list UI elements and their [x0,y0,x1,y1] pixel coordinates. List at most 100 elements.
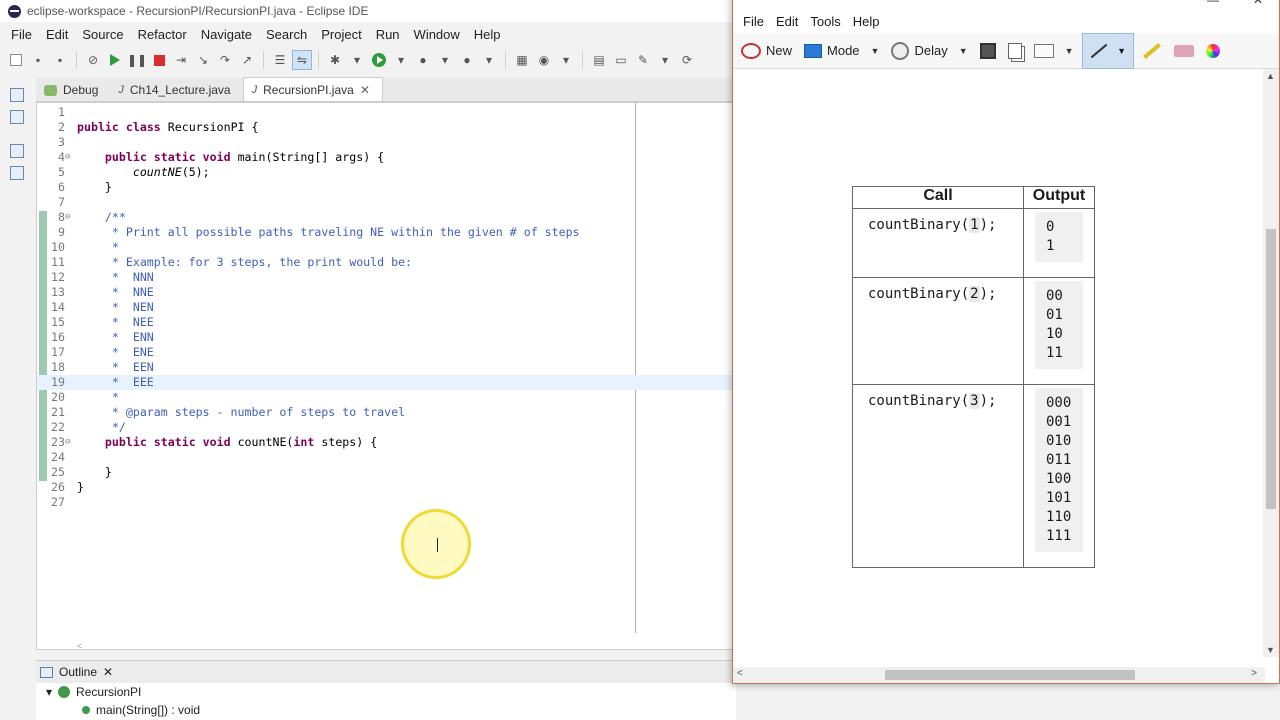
code-line[interactable]: 18 * EEN [37,360,737,375]
paint3d-button[interactable] [1202,42,1224,60]
tab-recursionpi[interactable]: J RecursionPI.java ✕ [242,77,383,101]
snip-menu-tools[interactable]: Tools [804,14,846,29]
scrollbar-thumb[interactable] [1266,229,1276,509]
use-step-filters-icon[interactable]: ⇋ [292,50,312,70]
code-line[interactable]: 10 * [37,240,737,255]
menu-refactor[interactable]: Refactor [131,27,194,42]
tab-ch14-lecture[interactable]: J Ch14_Lecture.java [110,79,242,101]
package-explorer-icon[interactable] [10,110,24,124]
new-icon[interactable] [6,50,26,70]
close-icon[interactable]: ✕ [360,83,370,97]
outline-method-row[interactable]: main(String[]) : void [36,701,736,719]
code-line[interactable]: 12 * NNN [37,270,737,285]
external-tools-icon[interactable]: ● [457,50,477,70]
code-line[interactable]: 20 * [37,390,737,405]
menu-file[interactable]: File [4,27,39,42]
code-line[interactable]: 17 * ENE [37,345,737,360]
copy-button[interactable] [1004,41,1026,61]
minimize-icon[interactable]: — [1207,0,1219,7]
code-line[interactable]: 14 * NEN [37,300,737,315]
snip-hscroll[interactable]: < > [733,667,1265,683]
code-line[interactable]: 27 [37,495,737,510]
close-icon[interactable]: ✕ [103,665,113,679]
code-line[interactable]: 1 [37,105,737,120]
save-snip-button[interactable] [976,41,1000,61]
delay-button[interactable]: Delay ▼ [887,40,971,62]
pen-tool-button[interactable]: ▼ [1081,32,1134,69]
external-tools-dropdown-icon[interactable]: ▾ [479,50,499,70]
code-line[interactable]: 2 public class RecursionPI { [37,120,737,135]
send-snip-button[interactable]: ▼ [1030,42,1078,60]
coverage-icon[interactable]: ● [413,50,433,70]
editor-hscroll[interactable]: < [77,637,727,651]
code-line[interactable]: 21 * @param steps - number of steps to t… [37,405,737,420]
outline-class-row[interactable]: ▾ RecursionPI [36,683,736,701]
search-dropdown-icon[interactable]: ▾ [655,50,675,70]
code-line[interactable]: 3 [37,135,737,150]
code-line[interactable]: 5 countNE(5); [37,165,737,180]
snip-menu-help[interactable]: Help [847,14,886,29]
menu-search[interactable]: Search [259,27,314,42]
code-line[interactable]: 24 [37,450,737,465]
scroll-down-icon[interactable]: ▼ [1266,645,1275,655]
code-line[interactable]: 19 * EEE [37,375,737,390]
menu-help[interactable]: Help [467,27,508,42]
save-all-icon[interactable]: ▪ [50,50,70,70]
menu-source[interactable]: Source [75,27,130,42]
code-line[interactable]: 23 ⊖ public static void countNE(int steps… [37,435,737,450]
scroll-up-icon[interactable]: ▲ [1266,71,1275,81]
console-icon[interactable] [10,166,24,180]
coverage-dropdown-icon[interactable]: ▾ [435,50,455,70]
chevron-down-icon[interactable]: ▾ [46,685,52,699]
highlighter-button[interactable] [1138,42,1166,59]
eraser-button[interactable] [1170,43,1198,59]
resume-icon[interactable] [105,50,125,70]
save-icon[interactable]: ▪ [28,50,48,70]
code-line[interactable]: 8 ⊖ /** [37,210,737,225]
disconnect-icon[interactable]: ⇥ [171,50,191,70]
tab-debug[interactable]: Debug [36,79,110,101]
drop-to-frame-icon[interactable]: ☰ [270,50,290,70]
scroll-right-icon[interactable]: > [1251,668,1257,679]
code-line[interactable]: 11 * Example: for 3 steps, the print wou… [37,255,737,270]
skip-breakpoints-icon[interactable]: ⊘ [83,50,103,70]
menu-navigate[interactable]: Navigate [194,27,259,42]
new-java-package-icon[interactable]: ▦ [512,50,532,70]
suspend-icon[interactable]: ❚❚ [127,50,147,70]
close-icon[interactable]: ✕ [1253,0,1263,7]
debug-dropdown-icon[interactable]: ▾ [347,50,367,70]
code-line[interactable]: 6 } [37,180,737,195]
scrollbar-thumb[interactable] [885,670,1135,680]
new-snip-button[interactable]: New [737,41,796,61]
restore-icon[interactable] [10,144,24,158]
open-type-icon[interactable]: ▤ [589,50,609,70]
annotation-icon[interactable]: ⟳ [677,50,697,70]
code-line[interactable]: 26} [37,480,737,495]
scroll-left-icon[interactable]: < [737,668,743,679]
menu-project[interactable]: Project [314,27,368,42]
fold-toggle-icon[interactable]: ⊖ [65,210,73,225]
snip-vscroll[interactable]: ▲ ▼ [1263,69,1279,657]
step-over-icon[interactable]: ↷ [215,50,235,70]
code-line[interactable]: 22 */ [37,420,737,435]
restore-icon[interactable] [10,88,24,102]
code-editor[interactable]: 1 2 public class RecursionPI {3 4 ⊖ public s… [36,102,737,651]
terminate-icon[interactable] [149,50,169,70]
fold-toggle-icon[interactable]: ⊖ [65,435,73,450]
code-line[interactable]: 13 * NNE [37,285,737,300]
new-java-class-icon[interactable]: ◉ [534,50,554,70]
debug-icon[interactable]: ✱ [325,50,345,70]
code-line[interactable]: 7 [37,195,737,210]
code-line[interactable]: 25 } [37,465,737,480]
code-line[interactable]: 15 * NEE [37,315,737,330]
menu-window[interactable]: Window [407,27,467,42]
new-class-dropdown-icon[interactable]: ▾ [556,50,576,70]
mode-button[interactable]: Mode ▼ [800,41,883,60]
search-icon[interactable]: ✎ [633,50,653,70]
run-dropdown-icon[interactable]: ▾ [391,50,411,70]
step-into-icon[interactable]: ↘ [193,50,213,70]
snip-menu-edit[interactable]: Edit [770,14,804,29]
open-folder-icon[interactable]: ▭ [611,50,631,70]
code-line[interactable]: 16 * ENN [37,330,737,345]
code-line[interactable]: 9 * Print all possible paths traveling N… [37,225,737,240]
